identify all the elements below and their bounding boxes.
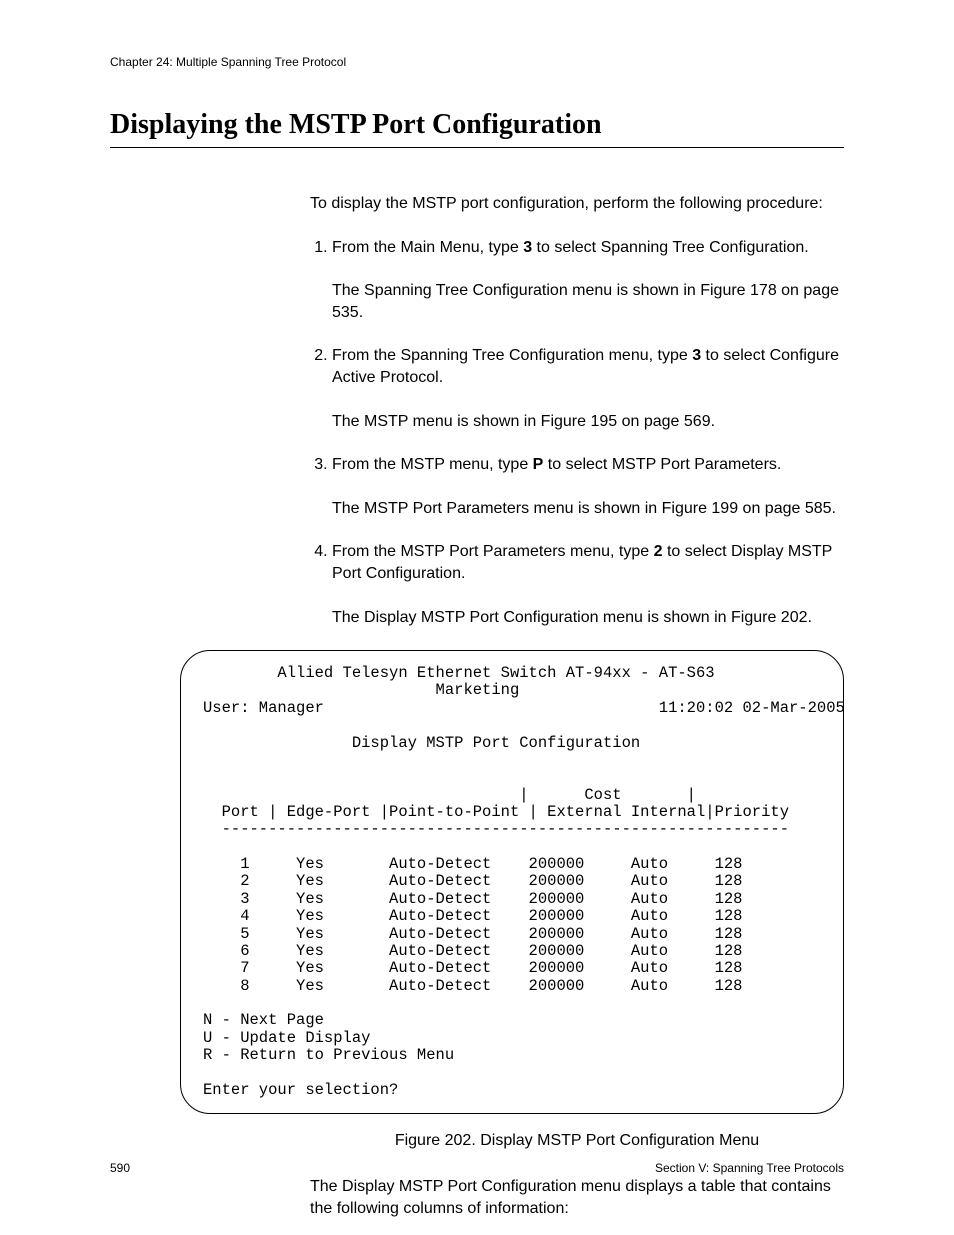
step-1-text-c: to select Spanning Tree Configuration. — [532, 239, 809, 256]
title-rule — [110, 147, 844, 148]
figure-caption: Figure 202. Display MSTP Port Configurat… — [310, 1132, 844, 1150]
page-number: 590 — [110, 1161, 130, 1175]
procedure-list: From the Main Menu, type 3 to select Spa… — [310, 237, 844, 629]
section-label: Section V: Spanning Tree Protocols — [655, 1161, 844, 1175]
step-1-sub: The Spanning Tree Configuration menu is … — [332, 280, 844, 323]
step-4-key: 2 — [654, 543, 663, 560]
intro-paragraph: To display the MSTP port configuration, … — [310, 193, 844, 215]
after-figure-paragraph: The Display MSTP Port Configuration menu… — [310, 1176, 844, 1219]
step-3: From the MSTP menu, type P to select MST… — [332, 454, 844, 519]
step-1-text-a: From the Main Menu, type — [332, 239, 523, 256]
step-2: From the Spanning Tree Configuration men… — [332, 345, 844, 432]
step-2-sub: The MSTP menu is shown in Figure 195 on … — [332, 411, 844, 433]
step-1-key: 3 — [523, 239, 532, 256]
step-4-sub: The Display MSTP Port Configuration menu… — [332, 607, 844, 629]
step-3-key: P — [533, 456, 544, 473]
step-4-text-a: From the MSTP Port Parameters menu, type — [332, 543, 654, 560]
step-3-text-c: to select MSTP Port Parameters. — [543, 456, 781, 473]
body-column: To display the MSTP port configuration, … — [310, 193, 844, 628]
step-2-key: 3 — [692, 347, 701, 364]
step-4: From the MSTP Port Parameters menu, type… — [332, 541, 844, 628]
step-3-sub: The MSTP Port Parameters menu is shown i… — [332, 498, 844, 520]
terminal-screenshot: Allied Telesyn Ethernet Switch AT-94xx -… — [180, 650, 844, 1114]
step-3-text-a: From the MSTP menu, type — [332, 456, 533, 473]
step-1: From the Main Menu, type 3 to select Spa… — [332, 237, 844, 324]
chapter-header: Chapter 24: Multiple Spanning Tree Proto… — [110, 55, 844, 69]
page-footer: 590 Section V: Spanning Tree Protocols — [110, 1161, 844, 1175]
page-title: Displaying the MSTP Port Configuration — [110, 109, 844, 141]
after-figure-text: The Display MSTP Port Configuration menu… — [310, 1176, 844, 1219]
step-2-text-a: From the Spanning Tree Configuration men… — [332, 347, 692, 364]
